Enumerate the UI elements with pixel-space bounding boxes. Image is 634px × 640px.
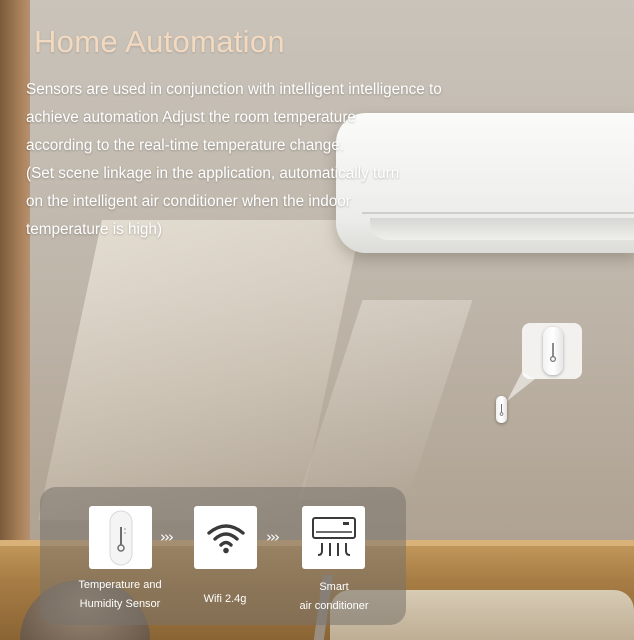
description-line: on the intelligent air conditioner when … — [26, 193, 351, 210]
product-scene: Home Automation Sensors are used in conj… — [0, 0, 634, 640]
flow-label-wifi: Wifi 2.4g — [180, 590, 270, 609]
flow-label-line: Smart — [319, 581, 349, 593]
description-line: Sensors are used in conjunction with int… — [26, 81, 442, 98]
wifi-icon — [206, 523, 245, 553]
temperature-sensor-icon — [109, 510, 132, 565]
thermometer-icon — [499, 404, 504, 416]
description-line: achieve automation Adjust the room tempe… — [26, 109, 356, 126]
description-line: (Set scene linkage in the application, a… — [26, 165, 400, 182]
description-line: temperature is high) — [26, 221, 163, 238]
flow-label-air-conditioner: Smart air conditioner — [284, 578, 384, 616]
flow-card-wifi — [194, 506, 257, 569]
flow-arrow-2: ››› — [266, 528, 280, 546]
page-title: Home Automation — [34, 24, 285, 59]
flow-card-sensor — [89, 506, 152, 569]
flow-arrow-1: ››› — [160, 528, 174, 546]
description-line: according to the real-time temperature c… — [26, 137, 345, 154]
flow-label-line: air conditioner — [299, 600, 369, 612]
sensor-zoomed — [543, 327, 563, 375]
sensor-on-wall — [496, 396, 507, 423]
flow-label-line: Humidity Sensor — [79, 598, 161, 610]
description-text: Sensors are used in conjunction with int… — [26, 76, 506, 244]
flow-card-air-conditioner — [302, 506, 365, 569]
thermometer-icon — [549, 343, 557, 363]
flow-label-line: Wifi 2.4g — [203, 593, 247, 605]
flow-label-line: Temperature and — [78, 579, 162, 591]
flow-label-sensor: Temperature and Humidity Sensor — [62, 576, 178, 614]
air-conditioner-icon — [311, 516, 356, 556]
